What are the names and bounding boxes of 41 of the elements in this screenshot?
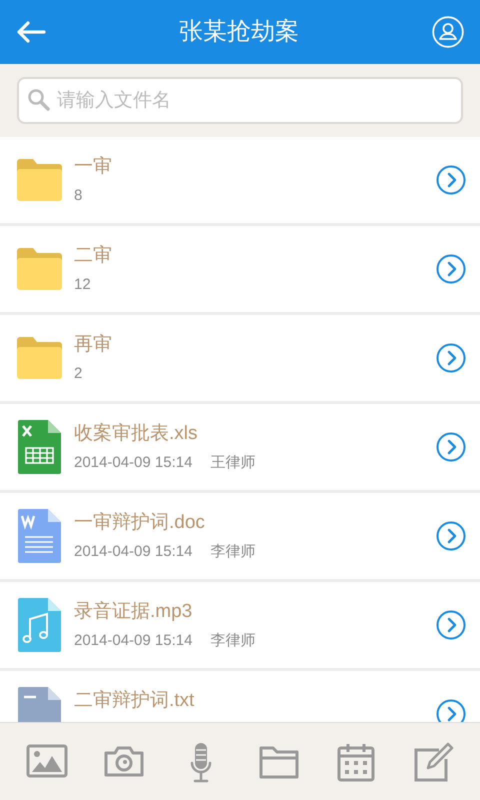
author-name: 李律师 [210, 542, 256, 562]
file-list-item[interactable]: 录音证据.mp3 2014-04-09 15:14 李律师 [0, 582, 480, 668]
author-name: 李律师 [210, 631, 256, 651]
folder-icon [17, 248, 62, 290]
user-icon[interactable] [432, 16, 464, 48]
file-name: 二审辩护词.txt [74, 689, 196, 713]
modified-date: 2014-04-09 15:14 [74, 542, 192, 562]
folder-icon [17, 159, 62, 201]
author-name: 王律师 [210, 453, 256, 473]
file-list-item[interactable]: 再审 2 [0, 315, 480, 401]
modified-date: 2014-04-09 15:14 [74, 453, 192, 473]
modified-date: 2014-04-09 15:14 [74, 631, 192, 651]
folder-icon [17, 337, 62, 379]
spreadsheet-file-icon [18, 420, 61, 474]
item-count: 2 [74, 364, 82, 384]
item-count: 8 [74, 186, 82, 206]
file-name: 收案审批表.xls [74, 422, 198, 446]
chevron-right-icon[interactable] [436, 343, 466, 373]
file-name: 录音证据.mp3 [74, 600, 194, 624]
chevron-right-icon[interactable] [436, 254, 466, 284]
document-file-icon [18, 509, 61, 563]
file-list-item[interactable]: 二审 12 [0, 226, 480, 312]
back-icon[interactable] [16, 21, 46, 43]
chevron-right-icon[interactable] [436, 610, 466, 640]
item-count: 12 [74, 275, 91, 295]
file-name: 一审辩护词.doc [74, 511, 206, 535]
file-name: 再审 [74, 333, 113, 357]
audio-file-icon [18, 598, 61, 652]
chevron-right-icon[interactable] [436, 521, 466, 551]
search-field[interactable]: 请输入文件名 [17, 77, 463, 124]
chevron-right-icon[interactable] [436, 165, 466, 195]
chevron-right-icon[interactable] [436, 432, 466, 462]
file-list-item[interactable]: 一审 8 [0, 137, 480, 223]
file-list-item[interactable]: 收案审批表.xls 2014-04-09 15:14 王律师 [0, 404, 480, 490]
search-icon [27, 88, 51, 112]
file-name: 二审 [74, 244, 113, 268]
file-list-item[interactable]: 二审辩护词.txt [0, 671, 480, 722]
file-list-item[interactable]: 一审辩护词.doc 2014-04-09 15:14 李律师 [0, 493, 480, 579]
chevron-right-icon[interactable] [436, 699, 466, 722]
file-name: 一审 [74, 155, 113, 179]
page-title: 张某抢劫案 [179, 17, 299, 47]
